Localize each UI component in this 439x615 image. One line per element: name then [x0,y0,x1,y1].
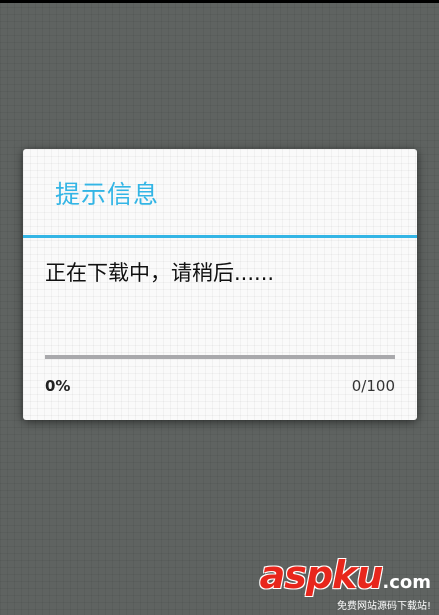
dialog-message: 正在下载中，请稍后...... [45,261,275,285]
dialog-title: 提示信息 [55,180,160,209]
progress-bar [45,355,395,359]
progress-count: 0/100 [351,377,395,395]
watermark-logo-text: aspku [259,553,384,597]
progress-percent: 0% [45,377,71,395]
progress-dialog: 提示信息 正在下载中，请稍后...... 0% 0/100 [23,149,417,420]
watermark-logo: aspku.com [260,555,431,603]
status-bar [0,0,439,3]
title-divider [23,235,417,238]
watermark: aspku.com 免费网站源码下载站! [260,555,431,613]
watermark-tld: .com [382,572,431,593]
